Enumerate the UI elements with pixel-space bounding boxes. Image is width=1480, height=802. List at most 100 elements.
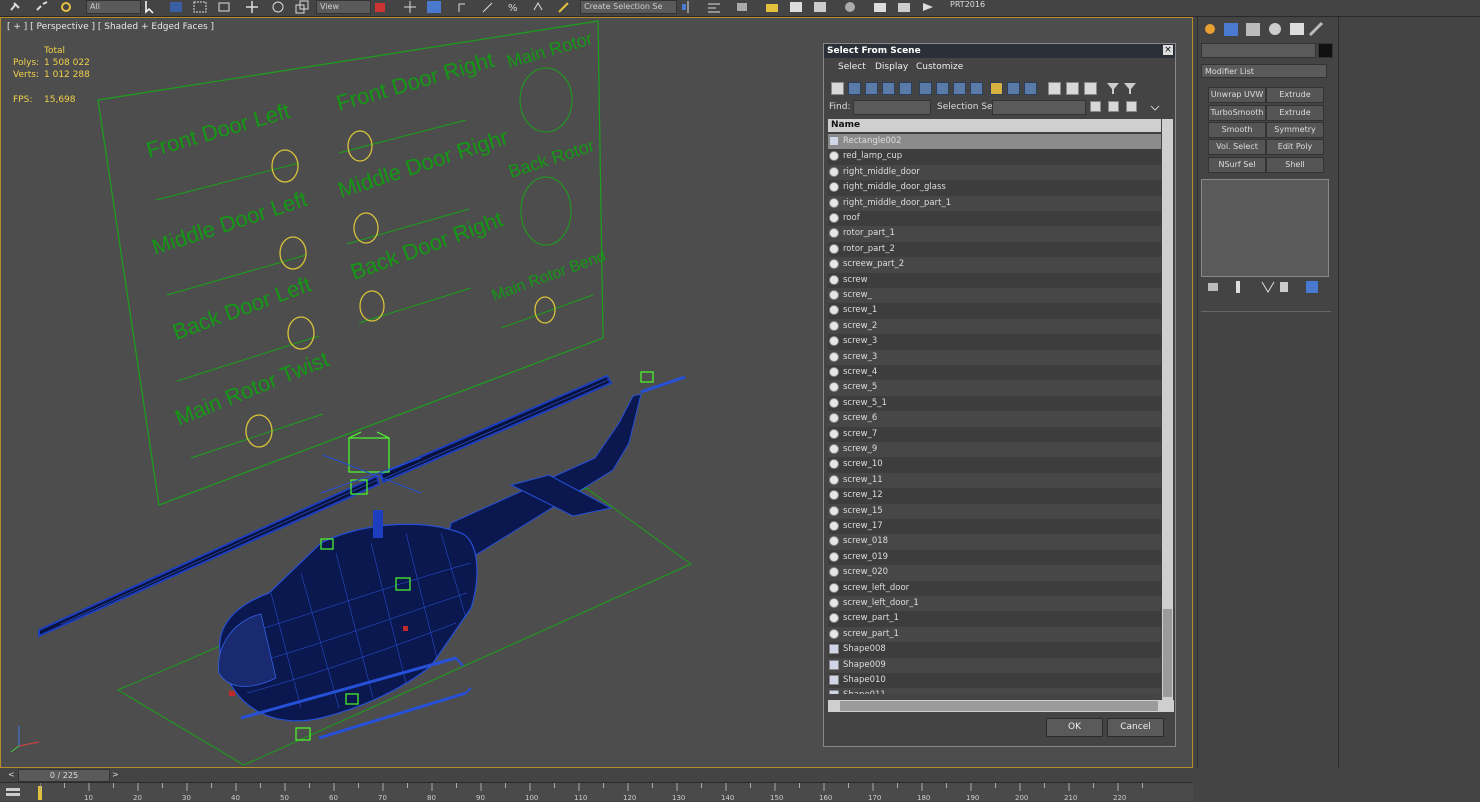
extrude-button[interactable]: Extrude [1266, 87, 1324, 103]
selection-filter-dropdown[interactable]: All [86, 0, 141, 14]
edit-named-selection-icon[interactable] [556, 0, 572, 14]
list-item[interactable]: red_lamp_cup [828, 149, 1161, 165]
list-item[interactable]: screw_2 [828, 318, 1161, 335]
named-selection-dropdown[interactable]: Create Selection Se [580, 0, 677, 14]
list-item[interactable]: screw_019 [828, 549, 1161, 566]
list-item[interactable]: screw_12 [828, 488, 1161, 504]
list-item[interactable]: roof [828, 211, 1161, 227]
render-production-icon[interactable] [920, 0, 936, 14]
list-item[interactable]: screw_5 [828, 380, 1161, 396]
find-input[interactable] [853, 100, 931, 115]
cameras-filter-icon[interactable] [882, 82, 895, 95]
select-invert-icon[interactable] [1084, 82, 1097, 95]
rendered-frame-window-icon[interactable] [896, 0, 912, 14]
modifier-stack[interactable] [1201, 179, 1329, 277]
list-item[interactable]: screw_left_door [828, 580, 1161, 596]
reference-coordinate-dropdown[interactable]: View [316, 0, 371, 14]
list-item[interactable]: screw_ [828, 288, 1161, 304]
list-item[interactable]: screw_17 [828, 519, 1161, 535]
filter-funnel-icon[interactable] [1106, 82, 1120, 95]
object-name-field[interactable] [1201, 43, 1316, 58]
link-icon[interactable] [8, 0, 24, 14]
list-item[interactable]: screw_4 [828, 365, 1161, 381]
helpers-filter-icon[interactable] [899, 82, 912, 95]
create-selection-set-icon[interactable] [1090, 101, 1101, 112]
menu-select[interactable]: Select [838, 62, 866, 72]
window-crossing-icon[interactable] [216, 0, 232, 14]
cancel-button[interactable]: Cancel [1107, 718, 1164, 737]
list-item[interactable]: rotor_part_1 [828, 226, 1161, 242]
dialog-title[interactable]: Select From Scene [824, 44, 1175, 58]
close-icon[interactable]: × [1163, 45, 1173, 55]
bind-space-warp-icon[interactable] [58, 0, 74, 14]
turbosmooth-button[interactable]: TurboSmooth [1208, 105, 1266, 121]
select-none-icon[interactable] [1066, 82, 1079, 95]
material-editor-icon[interactable] [842, 0, 858, 14]
horizontal-scroll-thumb[interactable] [840, 701, 1158, 711]
list-item[interactable]: screw_10 [828, 457, 1161, 473]
list-item[interactable]: Shape008 [828, 642, 1161, 658]
list-item[interactable]: screw_020 [828, 565, 1161, 581]
unlink-icon[interactable] [34, 0, 50, 14]
hidden-filter-icon[interactable] [1024, 82, 1037, 95]
layer-explorer-icon[interactable] [734, 0, 750, 14]
geometry-filter-icon[interactable] [831, 82, 844, 95]
ok-button[interactable]: OK [1046, 718, 1103, 737]
list-item[interactable]: screew_part_2 [828, 257, 1161, 273]
track-bar[interactable]: 10 20 30 40 50 60 70 80 90 100 110 120 130 140 150 160 1… [0, 782, 1193, 802]
list-item[interactable]: screw_9 [828, 442, 1161, 458]
modifier-list-dropdown[interactable]: Modifier List [1201, 64, 1327, 78]
time-slider[interactable]: < 0 / 225 > [0, 769, 1193, 782]
list-item[interactable]: right_middle_door [828, 164, 1161, 181]
rotate-icon[interactable] [270, 0, 286, 14]
select-by-name-icon[interactable] [168, 0, 184, 14]
select-manipulate-icon[interactable] [402, 0, 418, 14]
select-all-icon[interactable] [1048, 82, 1061, 95]
list-item[interactable]: screw_part_1 [828, 626, 1161, 643]
list-item[interactable]: screw_3 [828, 334, 1161, 350]
list-item[interactable]: Shape010 [828, 673, 1161, 689]
snaps-toggle-icon[interactable] [456, 0, 472, 14]
menu-display[interactable]: Display [875, 62, 908, 72]
edit-selection-set-icon[interactable] [1108, 101, 1119, 112]
edit-poly-button[interactable]: Edit Poly [1266, 139, 1324, 155]
list-item[interactable]: screw_5_1 [828, 395, 1161, 412]
pivot-center-icon[interactable] [372, 0, 388, 14]
time-next-button[interactable]: > [112, 770, 119, 779]
list-item[interactable]: screw_15 [828, 503, 1161, 519]
curve-editor-icon[interactable] [788, 0, 804, 14]
list-item[interactable]: rotor_part_2 [828, 241, 1161, 258]
list-item[interactable]: screw_1 [828, 303, 1161, 319]
rect-selection-region-icon[interactable] [192, 0, 208, 14]
scene-object-list[interactable]: Name Rectangle002 red_lamp_cup right_middl… [828, 119, 1161, 694]
select-from-scene-dialog[interactable]: Select From Scene × Select Display Custo… [823, 43, 1176, 747]
frozen-filter-icon[interactable] [1007, 82, 1020, 95]
menu-customize[interactable]: Customize [916, 62, 963, 72]
list-item[interactable]: screw_7 [828, 426, 1161, 442]
vertical-scrollbar[interactable] [1162, 119, 1173, 700]
nsurf-sel-button[interactable]: NSurf Sel [1208, 157, 1266, 173]
schematic-view-icon[interactable] [812, 0, 828, 14]
space-warps-filter-icon[interactable] [919, 82, 932, 95]
smooth-button[interactable]: Smooth [1208, 122, 1266, 138]
spinner-snap-icon[interactable] [530, 0, 546, 14]
list-item[interactable]: screw_6 [828, 411, 1161, 427]
list-item[interactable]: screw_left_door_1 [828, 596, 1161, 612]
list-item[interactable]: right_middle_door_glass [828, 180, 1161, 196]
toggle-ribbon-icon[interactable] [764, 0, 780, 14]
move-icon[interactable] [244, 0, 260, 14]
list-item[interactable]: Shape011 [828, 688, 1161, 694]
horizontal-scrollbar[interactable] [828, 700, 1174, 712]
list-item[interactable]: screw_11 [828, 472, 1161, 489]
column-header-name[interactable]: Name [828, 119, 1161, 132]
lights-filter-icon[interactable] [865, 82, 878, 95]
list-item[interactable]: screw_018 [828, 534, 1161, 550]
list-item[interactable]: screw_3 [828, 349, 1161, 365]
shapes-filter-icon[interactable] [848, 82, 861, 95]
delete-selection-set-icon[interactable] [1126, 101, 1137, 112]
bones-filter-icon[interactable] [970, 82, 983, 95]
extrude-button-2[interactable]: Extrude [1266, 105, 1324, 121]
list-item[interactable]: right_middle_door_part_1 [828, 195, 1161, 211]
mirror-icon[interactable] [680, 0, 696, 14]
render-setup-icon[interactable] [872, 0, 888, 14]
